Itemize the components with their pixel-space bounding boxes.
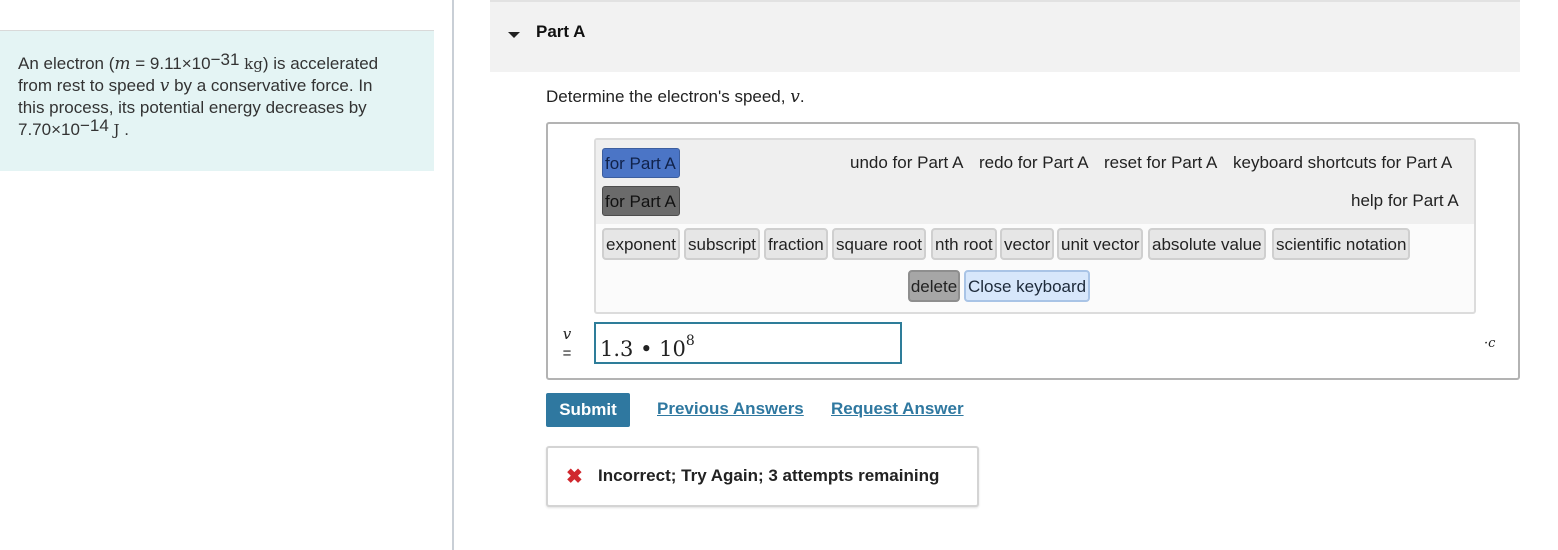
energy-value: 7.70×10 (18, 120, 80, 139)
square-root-key[interactable]: square root (832, 228, 926, 260)
answer-exponent: 8 (685, 333, 695, 349)
answer-box: for Part A for Part A undo for Part A re… (546, 122, 1520, 380)
vector-key[interactable]: vector (1000, 228, 1055, 260)
previous-answers-link[interactable]: Previous Answers (657, 399, 804, 419)
question-end: . (799, 87, 805, 106)
unit-vector-key[interactable]: unit vector (1057, 228, 1144, 260)
mass-exponent: −31 (210, 50, 240, 69)
problem-text: this process, its potential energy decre… (18, 98, 367, 117)
feedback-box: ✖ Incorrect; Try Again; 3 attempts remai… (546, 446, 979, 507)
request-answer-link[interactable]: Request Answer (831, 399, 964, 419)
problem-text: . (124, 120, 129, 139)
answer-variable-label: v = (560, 324, 574, 364)
energy-exponent: −14 (79, 116, 109, 135)
speed-symbol: v (159, 76, 170, 96)
reset-button[interactable]: reset for Part A (1104, 148, 1217, 178)
caret-down-icon[interactable] (508, 32, 520, 38)
templates-button[interactable]: for Part A (602, 148, 680, 178)
answer-unit: ·c (1484, 336, 1496, 351)
answer-mantissa: 1.3 • 10 (600, 337, 686, 361)
mass-symbol: m (114, 54, 131, 74)
nth-root-key[interactable]: nth root (931, 228, 997, 260)
toolbar-top-row: for Part A for Part A undo for Part A re… (596, 140, 1474, 224)
answer-variable: v (562, 325, 572, 343)
mass-unit: kg (244, 55, 263, 73)
answer-input[interactable]: 1.3 • 108 (594, 322, 902, 364)
pane-divider[interactable] (452, 0, 454, 550)
problem-text: from rest to speed (18, 76, 160, 95)
scientific-notation-key[interactable]: scientific notation (1272, 228, 1411, 260)
problem-statement: An electron (m = 9.11×10−31 kg) is accel… (0, 31, 434, 171)
energy-unit: J (113, 121, 120, 139)
help-button[interactable]: help for Part A (1351, 186, 1459, 216)
equals-sign: = (562, 345, 572, 362)
question-label: Determine the electron's speed, (546, 87, 791, 106)
question-text: Determine the electron's speed, v. (546, 87, 805, 107)
redo-button[interactable]: redo for Part A (979, 148, 1089, 178)
submit-button[interactable]: Submit (546, 393, 630, 427)
part-title: Part A (536, 22, 586, 41)
question-variable: v (790, 87, 800, 107)
undo-button[interactable]: undo for Part A (850, 148, 963, 178)
problem-text: An electron ( (18, 54, 115, 73)
error-x-icon: ✖ (566, 466, 583, 488)
close-keyboard-button[interactable]: Close keyboard (964, 270, 1091, 302)
absolute-value-key[interactable]: absolute value (1148, 228, 1266, 260)
part-header[interactable]: Part A (490, 0, 1520, 72)
mass-value: = 9.11×10 (130, 54, 211, 73)
feedback-text: Incorrect; Try Again; 3 attempts remaini… (598, 466, 940, 485)
exponent-key[interactable]: exponent (602, 228, 680, 260)
keyboard-shortcuts-button[interactable]: keyboard shortcuts for Part A (1233, 148, 1452, 178)
delete-key[interactable]: delete (908, 270, 960, 302)
fraction-key[interactable]: fraction (764, 228, 828, 260)
subscript-key[interactable]: subscript (684, 228, 761, 260)
math-toolbar: for Part A for Part A undo for Part A re… (594, 138, 1476, 314)
symbols-button[interactable]: for Part A (602, 186, 680, 216)
problem-text: by a conservative force. In (169, 76, 373, 95)
problem-text: ) is accelerated (262, 54, 379, 73)
